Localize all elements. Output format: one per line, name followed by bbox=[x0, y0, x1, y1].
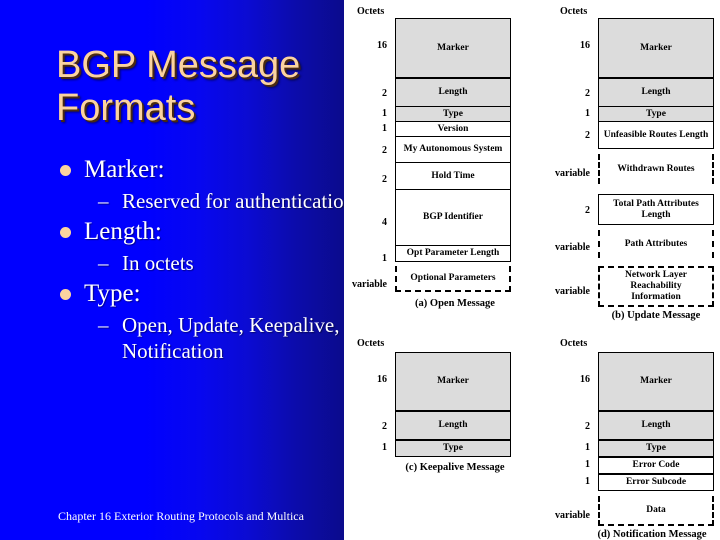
octets-value: 2 bbox=[585, 88, 590, 99]
field-box-data: Data bbox=[598, 496, 714, 526]
octets-header: Octets bbox=[357, 6, 385, 17]
octets-value: variable bbox=[555, 242, 590, 253]
octets-value: 16 bbox=[580, 40, 590, 51]
figure-update-message: Octets 16 Marker 2 Length 1 Type 2 Unfea… bbox=[552, 4, 720, 324]
figure-keepalive-message: Octets 16 Marker 2 Length 1 Type (c) Kee… bbox=[355, 336, 520, 476]
octets-value: 2 bbox=[382, 145, 387, 156]
octets-value: 1 bbox=[382, 123, 387, 134]
bullet-dot-icon bbox=[60, 165, 71, 176]
bullet-dot-icon bbox=[60, 227, 71, 238]
field-box-path-attributes: Path Attributes bbox=[598, 230, 714, 258]
sub-bullet-label: Reserved for authentication bbox=[122, 189, 344, 213]
octets-value: 1 bbox=[585, 476, 590, 487]
field-box-length: Length bbox=[598, 411, 714, 440]
slide-canvas: BGP Message Formats Marker: – Reserved f… bbox=[0, 0, 720, 540]
sub-bullet-item-type-detail: – Open, Update, Keepalive, Notification bbox=[56, 312, 344, 364]
field-box-type: Type bbox=[395, 440, 511, 457]
bullet-item-length: Length: bbox=[56, 216, 344, 247]
bullet-label: Type: bbox=[84, 280, 141, 307]
sub-bullet-item-marker-detail: – Reserved for authentication bbox=[56, 188, 344, 214]
figure-open-message: Octets 16 Marker 2 Length 1 Type 1 Versi… bbox=[352, 4, 520, 314]
octets-value: 16 bbox=[377, 40, 387, 51]
octets-value: variable bbox=[352, 279, 387, 290]
octets-value: 4 bbox=[382, 217, 387, 228]
octets-value: 1 bbox=[585, 459, 590, 470]
field-box-length: Length bbox=[598, 78, 714, 107]
octets-value: variable bbox=[555, 510, 590, 521]
octets-value: 2 bbox=[382, 421, 387, 432]
octets-value: variable bbox=[555, 286, 590, 297]
field-box-bgp-identifier: BGP Identifier bbox=[395, 189, 511, 246]
bullet-item-type: Type: bbox=[56, 278, 344, 309]
octets-value: 1 bbox=[585, 442, 590, 453]
octets-value: 16 bbox=[377, 374, 387, 385]
field-box-marker: Marker bbox=[395, 18, 511, 78]
field-box-type: Type bbox=[598, 106, 714, 122]
field-box-version: Version bbox=[395, 121, 511, 137]
slide-blue-background: BGP Message Formats Marker: – Reserved f… bbox=[0, 0, 344, 540]
field-box-length: Length bbox=[395, 411, 511, 440]
sub-bullet-label: In octets bbox=[122, 251, 194, 275]
field-box-marker: Marker bbox=[395, 352, 511, 411]
slide-footer: Chapter 16 Exterior Routing Protocols an… bbox=[58, 509, 304, 523]
figure-caption: (c) Keepalive Message bbox=[405, 462, 505, 473]
field-box-error-subcode: Error Subcode bbox=[598, 474, 714, 491]
octets-header: Octets bbox=[560, 6, 588, 17]
octets-value: 2 bbox=[585, 130, 590, 141]
field-box-unfeasible-routes-length: Unfeasible Routes Length bbox=[598, 121, 714, 149]
page-title-line-1: BGP Message bbox=[56, 44, 301, 86]
field-box-opt-parameter-length: Opt Parameter Length bbox=[395, 245, 511, 262]
octets-value: 1 bbox=[382, 253, 387, 264]
dash-icon: – bbox=[98, 251, 109, 275]
field-box-total-path-attributes-length: Total Path Attributes Length bbox=[598, 194, 714, 225]
figure-caption: (b) Update Message bbox=[611, 310, 701, 321]
octets-header: Octets bbox=[357, 338, 385, 349]
field-box-optional-parameters: Optional Parameters bbox=[395, 266, 511, 292]
figure-caption: (a) Open Message bbox=[415, 298, 495, 309]
bullet-list: Marker: – Reserved for authentication Le… bbox=[56, 152, 344, 364]
field-box-marker: Marker bbox=[598, 352, 714, 411]
octets-value: 1 bbox=[585, 108, 590, 119]
field-box-my-autonomous-system: My Autonomous System bbox=[395, 136, 511, 163]
bullet-label: Length: bbox=[84, 218, 162, 245]
figure-caption: (d) Notification Message bbox=[597, 529, 707, 540]
field-box-hold-time: Hold Time bbox=[395, 162, 511, 190]
page-title: BGP Message Formats bbox=[56, 44, 344, 130]
field-box-error-code: Error Code bbox=[598, 457, 714, 474]
sub-bullet-label: Open, Update, Keepalive, Notification bbox=[122, 313, 340, 363]
field-box-type: Type bbox=[598, 440, 714, 457]
field-box-marker: Marker bbox=[598, 18, 714, 78]
sub-bullet-item-length-detail: – In octets bbox=[56, 250, 344, 276]
octets-value: variable bbox=[555, 168, 590, 179]
field-box-length: Length bbox=[395, 78, 511, 107]
page-title-line-2: Formats bbox=[56, 87, 196, 129]
octets-value: 2 bbox=[585, 421, 590, 432]
octets-value: 16 bbox=[580, 374, 590, 385]
octets-value: 2 bbox=[585, 205, 590, 216]
figure-notification-message: Octets 16 Marker 2 Length 1 Type 1 Error… bbox=[552, 336, 720, 540]
octets-value: 2 bbox=[382, 174, 387, 185]
field-box-withdrawn-routes: Withdrawn Routes bbox=[598, 154, 714, 184]
dash-icon: – bbox=[98, 313, 109, 337]
field-box-network-layer-reachability-information: Network Layer Reachability Information bbox=[598, 266, 714, 307]
octets-header: Octets bbox=[560, 338, 588, 349]
dash-icon: – bbox=[98, 189, 109, 213]
bullet-item-marker: Marker: bbox=[56, 154, 344, 185]
octets-value: 2 bbox=[382, 88, 387, 99]
octets-value: 1 bbox=[382, 442, 387, 453]
bullet-label: Marker: bbox=[84, 156, 165, 183]
bullet-dot-icon bbox=[60, 289, 71, 300]
field-box-type: Type bbox=[395, 106, 511, 122]
octets-value: 1 bbox=[382, 108, 387, 119]
